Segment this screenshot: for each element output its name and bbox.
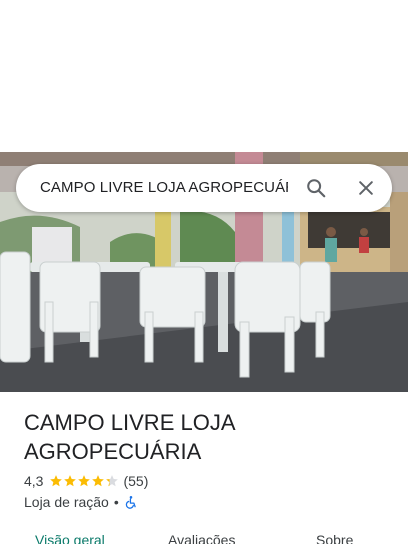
clear-search-button[interactable] <box>350 172 382 204</box>
rating-row[interactable]: 4,3 (55) <box>24 471 148 491</box>
separator-dot: • <box>113 494 119 510</box>
review-count[interactable]: (55) <box>123 473 148 489</box>
place-tabs: Visão geral Avaliações Sobre <box>0 528 408 544</box>
place-category: Loja de ração <box>24 494 109 510</box>
search-button[interactable] <box>300 172 332 204</box>
star-icon <box>78 475 91 487</box>
place-title: CAMPO LIVRE LOJA AGROPECUÁRIA <box>24 410 235 464</box>
tab-overview[interactable]: Visão geral <box>35 532 105 544</box>
rating-value: 4,3 <box>24 473 44 489</box>
search-bar[interactable]: CAMPO LIVRE LOJA AGROPECUÁRIA <box>16 164 392 212</box>
star-icon <box>92 475 105 487</box>
category-row: Loja de ração • <box>24 492 138 512</box>
search-icon <box>307 179 326 198</box>
star-icon <box>50 475 63 487</box>
star-icon <box>64 475 77 487</box>
star-rating <box>49 474 119 488</box>
search-input[interactable]: CAMPO LIVRE LOJA AGROPECUÁRIA <box>40 164 288 212</box>
tab-about[interactable]: Sobre <box>316 532 353 544</box>
wheelchair-icon[interactable] <box>124 495 138 509</box>
star-icon <box>106 475 119 487</box>
close-icon <box>359 181 373 195</box>
tab-reviews[interactable]: Avaliações <box>168 532 235 544</box>
